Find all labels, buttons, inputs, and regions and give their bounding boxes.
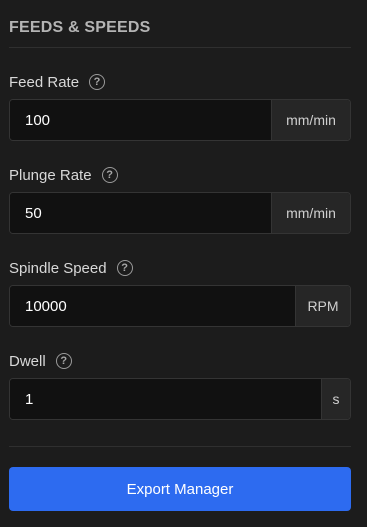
spindle-speed-label-row: Spindle Speed ? <box>9 258 351 278</box>
help-circle-icon[interactable]: ? <box>116 260 133 276</box>
help-circle-icon[interactable]: ? <box>101 167 118 183</box>
feed-rate-field: Feed Rate ? mm/min <box>9 72 351 141</box>
dwell-input[interactable] <box>10 379 321 419</box>
spindle-speed-label: Spindle Speed <box>9 259 107 277</box>
feed-rate-input-group: mm/min <box>9 99 351 141</box>
dwell-field: Dwell ? s <box>9 351 351 420</box>
dwell-label: Dwell <box>9 352 46 370</box>
spindle-speed-unit: RPM <box>295 286 350 326</box>
feed-rate-unit: mm/min <box>271 100 350 140</box>
feed-rate-label: Feed Rate <box>9 73 80 91</box>
actions-divider <box>9 446 351 447</box>
section-title: FEEDS & SPEEDS <box>9 19 151 36</box>
plunge-rate-unit: mm/min <box>271 193 350 233</box>
section-divider <box>9 47 351 48</box>
help-circle-icon[interactable]: ? <box>89 74 106 90</box>
plunge-rate-label: Plunge Rate <box>9 166 92 184</box>
feeds-speeds-panel: FEEDS & SPEEDS Feed Rate ? mm/min Plunge… <box>0 0 367 527</box>
plunge-rate-label-row: Plunge Rate ? <box>9 165 351 185</box>
plunge-rate-input[interactable] <box>10 193 271 233</box>
spindle-speed-input-group: RPM <box>9 285 351 327</box>
feed-rate-label-row: Feed Rate ? <box>9 72 351 92</box>
spindle-speed-field: Spindle Speed ? RPM <box>9 258 351 327</box>
export-manager-button[interactable]: Export Manager <box>9 467 351 511</box>
dwell-input-group: s <box>9 378 351 420</box>
dwell-unit: s <box>321 379 350 419</box>
plunge-rate-input-group: mm/min <box>9 192 351 234</box>
feed-rate-input[interactable] <box>10 100 271 140</box>
plunge-rate-field: Plunge Rate ? mm/min <box>9 165 351 234</box>
dwell-label-row: Dwell ? <box>9 351 351 371</box>
spindle-speed-input[interactable] <box>10 286 295 326</box>
help-circle-icon[interactable]: ? <box>55 353 72 369</box>
